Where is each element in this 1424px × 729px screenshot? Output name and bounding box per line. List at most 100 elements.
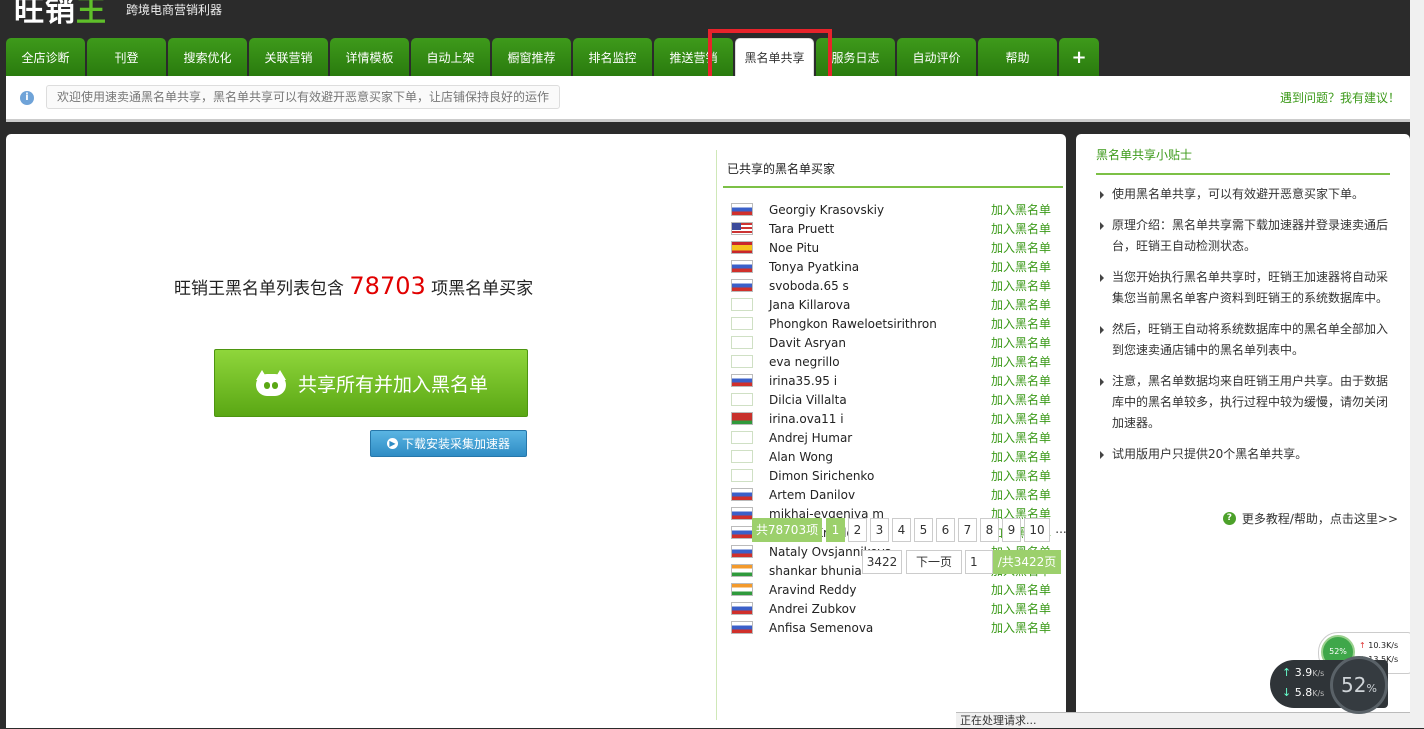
- add-to-blacklist-link[interactable]: 加入黑名单: [987, 353, 1051, 370]
- list-item: svoboda.65 s 加入黑名单: [731, 276, 1051, 295]
- add-to-blacklist-link[interactable]: 加入黑名单: [987, 600, 1051, 617]
- pager-ellipsis: ...: [1055, 522, 1067, 536]
- pager-page-1[interactable]: 1: [826, 518, 845, 542]
- list-item: irina35.95 i 加入黑名单: [731, 371, 1051, 390]
- add-to-blacklist-link[interactable]: 加入黑名单: [987, 448, 1051, 465]
- add-to-blacklist-link[interactable]: 加入黑名单: [987, 429, 1051, 446]
- notice-text: 欢迎使用速卖通黑名单共享，黑名单共享可以有效避开恶意买家下单，让店铺保持良好的运…: [46, 85, 561, 109]
- add-to-blacklist-link[interactable]: 加入黑名单: [987, 467, 1051, 484]
- pager-page-5[interactable]: 5: [914, 518, 933, 542]
- country-flag-icon: [731, 279, 753, 292]
- logo[interactable]: 旺销王: [14, 0, 107, 30]
- add-to-blacklist-link[interactable]: 加入黑名单: [987, 296, 1051, 313]
- country-flag-icon: [731, 203, 753, 216]
- tip-item: 试用版用户只提供20个黑名单共享。: [1098, 444, 1388, 465]
- pager-page-8[interactable]: 8: [980, 518, 999, 542]
- pager-total: 共78703项: [752, 518, 822, 542]
- add-to-blacklist-link[interactable]: 加入黑名单: [987, 201, 1051, 218]
- country-flag-icon: [731, 488, 753, 501]
- tab-11[interactable]: 自动评价: [897, 38, 976, 76]
- blacklist-count: 78703: [349, 272, 426, 300]
- pager-page-2[interactable]: 2: [848, 518, 867, 542]
- country-flag-icon: [731, 469, 753, 482]
- upload-speed: 10.3K/s: [1368, 641, 1399, 650]
- country-flag-icon: [731, 260, 753, 273]
- list-item: Davit Asryan 加入黑名单: [731, 333, 1051, 352]
- pager-page-9[interactable]: 9: [1002, 518, 1021, 542]
- add-to-blacklist-link[interactable]: 加入黑名单: [987, 372, 1051, 389]
- pager-page-10[interactable]: 10: [1024, 518, 1050, 542]
- buyer-name: Andrej Humar: [769, 430, 853, 445]
- tab-2[interactable]: 搜索优化: [168, 38, 247, 76]
- country-flag-icon: [731, 564, 753, 577]
- add-to-blacklist-link[interactable]: 加入黑名单: [987, 391, 1051, 408]
- cat-logo-icon: [254, 368, 288, 398]
- country-flag-icon: [731, 621, 753, 634]
- buyer-name: Jana Killarova: [769, 297, 851, 312]
- country-flag-icon: [731, 222, 753, 235]
- pager-goto-input[interactable]: [965, 550, 993, 574]
- pager-last-page[interactable]: 3422: [862, 550, 902, 574]
- share-all-button[interactable]: 共享所有并加入黑名单: [214, 349, 528, 417]
- add-to-blacklist-link[interactable]: 加入黑名单: [987, 619, 1051, 636]
- pager-page-4[interactable]: 4: [892, 518, 911, 542]
- buyer-name: Aravind Reddy: [769, 582, 857, 597]
- pager-page-3[interactable]: 3: [870, 518, 889, 542]
- tab-1[interactable]: 刊登: [87, 38, 166, 76]
- list-item: Tara Pruett 加入黑名单: [731, 219, 1051, 238]
- pager-next-button[interactable]: 下一页: [906, 550, 962, 574]
- country-flag-icon: [731, 431, 753, 444]
- tab-5[interactable]: 自动上架: [411, 38, 490, 76]
- add-to-blacklist-link[interactable]: 加入黑名单: [987, 258, 1051, 275]
- add-to-blacklist-link[interactable]: 加入黑名单: [987, 486, 1051, 503]
- pager-page-7[interactable]: 7: [958, 518, 977, 542]
- list-item: Andrej Humar 加入黑名单: [731, 428, 1051, 447]
- country-flag-icon: [731, 583, 753, 596]
- add-to-blacklist-link[interactable]: 加入黑名单: [987, 220, 1051, 237]
- buyer-name: Tara Pruett: [769, 221, 835, 236]
- country-flag-icon: [731, 393, 753, 406]
- country-flag-icon: [731, 450, 753, 463]
- buyer-name: Georgiy Krasovskiy: [769, 202, 885, 217]
- tip-item: 当您开始执行黑名单共享时，旺销王加速器将自动采集您当前黑名单客户资料到旺销王的系…: [1098, 267, 1388, 309]
- more-help-link[interactable]: ? 更多教程/帮助，点击这里>>: [1222, 510, 1398, 527]
- tab-7[interactable]: 排名监控: [573, 38, 652, 76]
- window-edge-scrollbar[interactable]: [1410, 0, 1424, 728]
- add-to-blacklist-link[interactable]: 加入黑名单: [987, 334, 1051, 351]
- usage-dial: 52%: [1330, 656, 1388, 714]
- download-accelerator-button[interactable]: ▶ 下载安装采集加速器: [370, 430, 527, 457]
- pager-total-pages: /共3422页: [993, 550, 1061, 574]
- tip-item: 注意，黑名单数据均来自旺销王用户共享。由于数据库中的黑名单较多，执行过程中较为缓…: [1098, 371, 1388, 434]
- tab-0[interactable]: 全店诊断: [6, 38, 85, 76]
- tab-6[interactable]: 橱窗推荐: [492, 38, 571, 76]
- feedback-link[interactable]: 遇到问题？我有建议！: [1280, 89, 1400, 106]
- buyer-name: eva negrillo: [769, 354, 840, 369]
- pagination: 共78703项 12345678910 ... 3422 下一页 /共3422页: [744, 518, 1067, 574]
- add-to-blacklist-link[interactable]: 加入黑名单: [987, 581, 1051, 598]
- buyer-name: Artem Danilov: [769, 487, 856, 502]
- tip-item: 然后，旺销王自动将系统数据库中的黑名单全部加入到您速卖通店铺中的黑名单列表中。: [1098, 319, 1388, 361]
- buyer-name: Dilcia Villalta: [769, 392, 847, 407]
- list-item: Jana Killarova 加入黑名单: [731, 295, 1051, 314]
- shared-list-title: 已共享的黑名单买家: [727, 162, 836, 176]
- tab-4[interactable]: 详情模板: [330, 38, 409, 76]
- buyer-name: Davit Asryan: [769, 335, 847, 350]
- tip-item: 使用黑名单共享，可以有效避开恶意买家下单。: [1098, 184, 1388, 205]
- add-to-blacklist-link[interactable]: 加入黑名单: [987, 315, 1051, 332]
- buyer-name: svoboda.65 s: [769, 278, 849, 293]
- tab-12[interactable]: 帮助: [978, 38, 1057, 76]
- pager-page-6[interactable]: 6: [936, 518, 955, 542]
- add-tab-button[interactable]: +: [1059, 38, 1099, 76]
- network-speed-widget-large[interactable]: ↑ 3.9K/s ↓ 5.8K/s 52%: [1270, 656, 1388, 714]
- tips-list: 使用黑名单共享，可以有效避开恶意买家下单。 原理介绍：黑名单共享需下载加速器并登录…: [1098, 184, 1388, 475]
- list-item: Aravind Reddy 加入黑名单: [731, 580, 1051, 599]
- add-to-blacklist-link[interactable]: 加入黑名单: [987, 277, 1051, 294]
- download-speed-large: 5.8: [1294, 686, 1313, 699]
- country-flag-icon: [731, 355, 753, 368]
- country-flag-icon: [731, 298, 753, 311]
- buyer-name: irina35.95 i: [769, 373, 838, 388]
- list-item: Artem Danilov 加入黑名单: [731, 485, 1051, 504]
- add-to-blacklist-link[interactable]: 加入黑名单: [987, 410, 1051, 427]
- tab-3[interactable]: 关联营销: [249, 38, 328, 76]
- add-to-blacklist-link[interactable]: 加入黑名单: [987, 239, 1051, 256]
